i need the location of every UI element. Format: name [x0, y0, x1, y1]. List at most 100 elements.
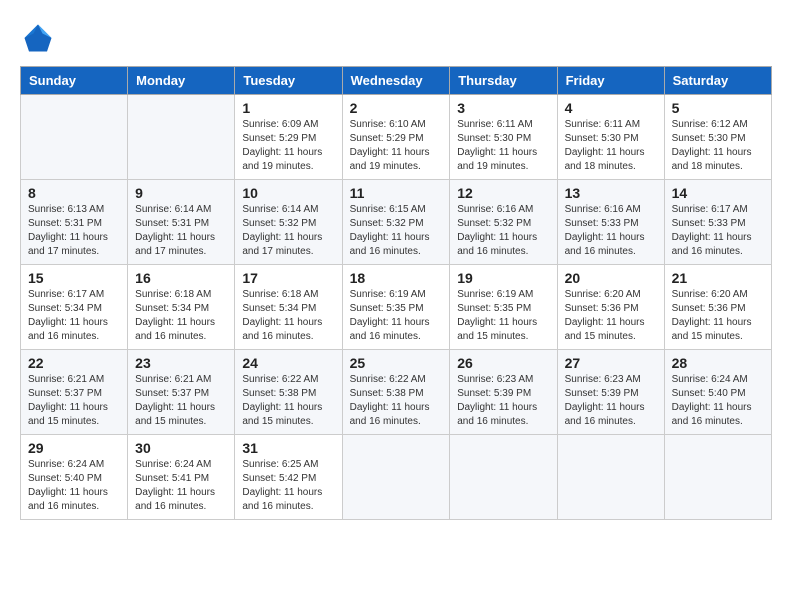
- day-info: Sunrise: 6:16 AMSunset: 5:33 PMDaylight:…: [565, 204, 645, 257]
- calendar-day-23: 23 Sunrise: 6:21 AMSunset: 5:37 PMDaylig…: [128, 350, 235, 435]
- calendar-day-25: 25 Sunrise: 6:22 AMSunset: 5:38 PMDaylig…: [342, 350, 450, 435]
- day-number: 29: [28, 440, 120, 456]
- day-info: Sunrise: 6:11 AMSunset: 5:30 PMDaylight:…: [457, 119, 537, 172]
- weekday-header-monday: Monday: [128, 67, 235, 95]
- empty-cell: [128, 95, 235, 180]
- day-info: Sunrise: 6:24 AMSunset: 5:40 PMDaylight:…: [28, 459, 108, 512]
- day-info: Sunrise: 6:20 AMSunset: 5:36 PMDaylight:…: [565, 289, 645, 342]
- day-info: Sunrise: 6:16 AMSunset: 5:32 PMDaylight:…: [457, 204, 537, 257]
- calendar-day-4: 4 Sunrise: 6:11 AMSunset: 5:30 PMDayligh…: [557, 95, 664, 180]
- day-number: 17: [242, 270, 334, 286]
- weekday-header-sunday: Sunday: [21, 67, 128, 95]
- empty-cell: [450, 435, 557, 520]
- day-info: Sunrise: 6:21 AMSunset: 5:37 PMDaylight:…: [28, 374, 108, 427]
- day-info: Sunrise: 6:21 AMSunset: 5:37 PMDaylight:…: [135, 374, 215, 427]
- day-info: Sunrise: 6:13 AMSunset: 5:31 PMDaylight:…: [28, 204, 108, 257]
- day-number: 30: [135, 440, 227, 456]
- calendar-day-15: 15 Sunrise: 6:17 AMSunset: 5:34 PMDaylig…: [21, 265, 128, 350]
- calendar-day-2: 2 Sunrise: 6:10 AMSunset: 5:29 PMDayligh…: [342, 95, 450, 180]
- day-info: Sunrise: 6:12 AMSunset: 5:30 PMDaylight:…: [672, 119, 752, 172]
- calendar-day-24: 24 Sunrise: 6:22 AMSunset: 5:38 PMDaylig…: [235, 350, 342, 435]
- day-info: Sunrise: 6:17 AMSunset: 5:34 PMDaylight:…: [28, 289, 108, 342]
- day-info: Sunrise: 6:19 AMSunset: 5:35 PMDaylight:…: [457, 289, 537, 342]
- calendar-day-27: 27 Sunrise: 6:23 AMSunset: 5:39 PMDaylig…: [557, 350, 664, 435]
- calendar-day-28: 28 Sunrise: 6:24 AMSunset: 5:40 PMDaylig…: [664, 350, 771, 435]
- weekday-header-friday: Friday: [557, 67, 664, 95]
- day-info: Sunrise: 6:19 AMSunset: 5:35 PMDaylight:…: [350, 289, 430, 342]
- day-number: 5: [672, 100, 764, 116]
- day-number: 16: [135, 270, 227, 286]
- calendar-day-17: 17 Sunrise: 6:18 AMSunset: 5:34 PMDaylig…: [235, 265, 342, 350]
- day-number: 21: [672, 270, 764, 286]
- day-number: 1: [242, 100, 334, 116]
- calendar-day-19: 19 Sunrise: 6:19 AMSunset: 5:35 PMDaylig…: [450, 265, 557, 350]
- calendar-day-29: 29 Sunrise: 6:24 AMSunset: 5:40 PMDaylig…: [21, 435, 128, 520]
- weekday-header-tuesday: Tuesday: [235, 67, 342, 95]
- day-number: 26: [457, 355, 549, 371]
- day-info: Sunrise: 6:22 AMSunset: 5:38 PMDaylight:…: [242, 374, 322, 427]
- day-info: Sunrise: 6:23 AMSunset: 5:39 PMDaylight:…: [565, 374, 645, 427]
- weekday-header-wednesday: Wednesday: [342, 67, 450, 95]
- day-info: Sunrise: 6:24 AMSunset: 5:41 PMDaylight:…: [135, 459, 215, 512]
- day-info: Sunrise: 6:20 AMSunset: 5:36 PMDaylight:…: [672, 289, 752, 342]
- calendar-day-21: 21 Sunrise: 6:20 AMSunset: 5:36 PMDaylig…: [664, 265, 771, 350]
- day-info: Sunrise: 6:09 AMSunset: 5:29 PMDaylight:…: [242, 119, 322, 172]
- day-number: 4: [565, 100, 657, 116]
- day-number: 14: [672, 185, 764, 201]
- calendar-day-22: 22 Sunrise: 6:21 AMSunset: 5:37 PMDaylig…: [21, 350, 128, 435]
- calendar-day-20: 20 Sunrise: 6:20 AMSunset: 5:36 PMDaylig…: [557, 265, 664, 350]
- empty-cell: [664, 435, 771, 520]
- logo: [20, 20, 62, 56]
- weekday-header-thursday: Thursday: [450, 67, 557, 95]
- calendar-day-9: 9 Sunrise: 6:14 AMSunset: 5:31 PMDayligh…: [128, 180, 235, 265]
- calendar-day-14: 14 Sunrise: 6:17 AMSunset: 5:33 PMDaylig…: [664, 180, 771, 265]
- day-number: 27: [565, 355, 657, 371]
- calendar-day-3: 3 Sunrise: 6:11 AMSunset: 5:30 PMDayligh…: [450, 95, 557, 180]
- empty-cell: [21, 95, 128, 180]
- day-info: Sunrise: 6:18 AMSunset: 5:34 PMDaylight:…: [135, 289, 215, 342]
- calendar-day-1: 1 Sunrise: 6:09 AMSunset: 5:29 PMDayligh…: [235, 95, 342, 180]
- day-number: 25: [350, 355, 443, 371]
- day-info: Sunrise: 6:18 AMSunset: 5:34 PMDaylight:…: [242, 289, 322, 342]
- calendar-day-5: 5 Sunrise: 6:12 AMSunset: 5:30 PMDayligh…: [664, 95, 771, 180]
- day-number: 2: [350, 100, 443, 116]
- day-info: Sunrise: 6:22 AMSunset: 5:38 PMDaylight:…: [350, 374, 430, 427]
- day-number: 31: [242, 440, 334, 456]
- calendar-table: SundayMondayTuesdayWednesdayThursdayFrid…: [20, 66, 772, 520]
- day-info: Sunrise: 6:11 AMSunset: 5:30 PMDaylight:…: [565, 119, 645, 172]
- day-number: 15: [28, 270, 120, 286]
- calendar-day-12: 12 Sunrise: 6:16 AMSunset: 5:32 PMDaylig…: [450, 180, 557, 265]
- day-info: Sunrise: 6:14 AMSunset: 5:31 PMDaylight:…: [135, 204, 215, 257]
- day-info: Sunrise: 6:17 AMSunset: 5:33 PMDaylight:…: [672, 204, 752, 257]
- calendar-day-13: 13 Sunrise: 6:16 AMSunset: 5:33 PMDaylig…: [557, 180, 664, 265]
- page-header: [20, 20, 772, 56]
- calendar-day-16: 16 Sunrise: 6:18 AMSunset: 5:34 PMDaylig…: [128, 265, 235, 350]
- weekday-header-saturday: Saturday: [664, 67, 771, 95]
- day-number: 18: [350, 270, 443, 286]
- day-info: Sunrise: 6:25 AMSunset: 5:42 PMDaylight:…: [242, 459, 322, 512]
- day-info: Sunrise: 6:23 AMSunset: 5:39 PMDaylight:…: [457, 374, 537, 427]
- calendar-day-30: 30 Sunrise: 6:24 AMSunset: 5:41 PMDaylig…: [128, 435, 235, 520]
- empty-cell: [557, 435, 664, 520]
- calendar-day-18: 18 Sunrise: 6:19 AMSunset: 5:35 PMDaylig…: [342, 265, 450, 350]
- day-number: 28: [672, 355, 764, 371]
- day-number: 9: [135, 185, 227, 201]
- calendar-day-31: 31 Sunrise: 6:25 AMSunset: 5:42 PMDaylig…: [235, 435, 342, 520]
- day-number: 19: [457, 270, 549, 286]
- day-number: 3: [457, 100, 549, 116]
- day-number: 11: [350, 185, 443, 201]
- day-number: 12: [457, 185, 549, 201]
- empty-cell: [342, 435, 450, 520]
- day-info: Sunrise: 6:14 AMSunset: 5:32 PMDaylight:…: [242, 204, 322, 257]
- day-info: Sunrise: 6:10 AMSunset: 5:29 PMDaylight:…: [350, 119, 430, 172]
- logo-icon: [20, 20, 56, 56]
- calendar-day-11: 11 Sunrise: 6:15 AMSunset: 5:32 PMDaylig…: [342, 180, 450, 265]
- calendar-day-8: 8 Sunrise: 6:13 AMSunset: 5:31 PMDayligh…: [21, 180, 128, 265]
- day-number: 10: [242, 185, 334, 201]
- day-number: 13: [565, 185, 657, 201]
- calendar-day-10: 10 Sunrise: 6:14 AMSunset: 5:32 PMDaylig…: [235, 180, 342, 265]
- day-number: 24: [242, 355, 334, 371]
- day-number: 8: [28, 185, 120, 201]
- day-info: Sunrise: 6:24 AMSunset: 5:40 PMDaylight:…: [672, 374, 752, 427]
- day-number: 23: [135, 355, 227, 371]
